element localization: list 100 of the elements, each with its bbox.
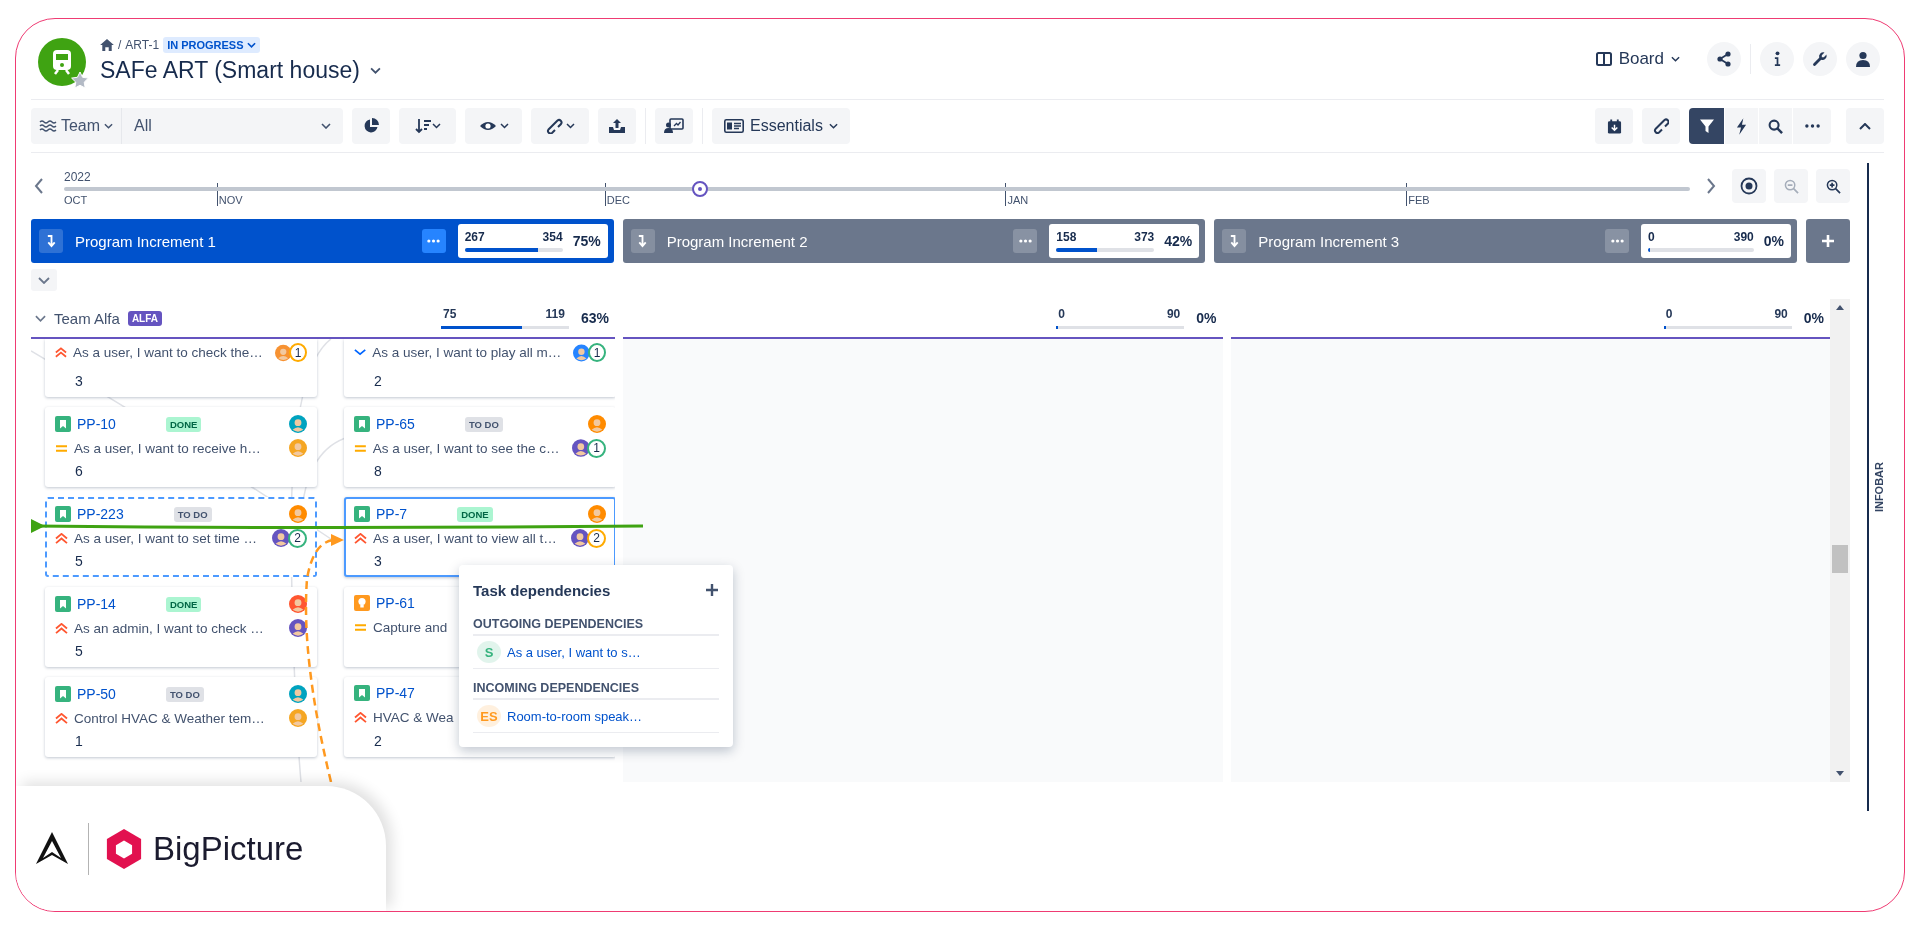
increment-bar[interactable]: Program Increment 1 267 354 75% <box>31 219 614 263</box>
dependency-link[interactable]: Room-to-room speak… <box>507 708 643 724</box>
filter-icon <box>1698 118 1715 134</box>
today-button[interactable] <box>1732 169 1766 203</box>
issue-key[interactable]: PP-47 <box>376 685 415 701</box>
expand-button[interactable] <box>31 269 57 291</box>
more-icon <box>1018 239 1032 243</box>
collapse-button[interactable] <box>1846 108 1884 144</box>
story-points: 2 <box>374 373 382 389</box>
task-card[interactable]: PP-10 DONE As a user, I want to receive h… 6 <box>45 407 317 487</box>
infobar-tab[interactable]: INFOBAR <box>1873 461 1885 513</box>
preset-dropdown[interactable]: Essentials <box>712 108 850 144</box>
increment-bar[interactable]: Program Increment 2 158 373 42% <box>622 219 1206 263</box>
increment-icon <box>39 229 63 253</box>
task-card[interactable]: As a user, I want to play all m… 1 2 <box>344 339 615 397</box>
more-button[interactable] <box>421 229 446 253</box>
progress-percent: 42% <box>1164 233 1193 249</box>
automation-button[interactable] <box>1725 108 1759 144</box>
story-points: 8 <box>374 463 382 479</box>
scroll-up-icon[interactable] <box>1836 305 1844 310</box>
issue-key[interactable]: PP-14 <box>77 596 116 612</box>
scrollbar[interactable] <box>1830 299 1850 782</box>
dependency-count[interactable]: 1 <box>588 343 606 362</box>
group-by-dropdown[interactable]: Team <box>31 108 121 144</box>
more-icon <box>1804 124 1820 128</box>
done-count: 0 <box>1648 230 1655 244</box>
next-icon[interactable] <box>1706 178 1716 194</box>
dependency-count[interactable]: 1 <box>587 438 606 458</box>
dependency-count[interactable]: 2 <box>587 528 606 548</box>
search-button[interactable] <box>1759 108 1793 144</box>
issue-key[interactable]: PP-7 <box>376 506 408 522</box>
link-button[interactable] <box>1642 108 1680 144</box>
task-card[interactable]: PP-223 TO DO As a user, I want to set time … 2 5 <box>45 497 317 577</box>
share-button[interactable] <box>1707 42 1741 76</box>
team-select[interactable]: All <box>121 108 343 144</box>
status-dropdown[interactable]: IN PROGRESS <box>163 36 260 53</box>
progress-percent: 0% <box>1196 310 1217 326</box>
month-label: NOV <box>217 194 244 206</box>
calendar-icon <box>1606 118 1622 134</box>
target-icon <box>1740 177 1758 195</box>
total-count: 354 <box>542 230 563 244</box>
upload-icon <box>608 118 626 134</box>
task-summary: As a user, I want to play all m… <box>372 345 562 360</box>
calendar-button[interactable] <box>1595 108 1633 144</box>
export-button[interactable] <box>598 108 636 144</box>
view-dropdown[interactable]: Board <box>1589 48 1686 70</box>
issue-key[interactable]: PP-223 <box>77 506 124 522</box>
more-button[interactable] <box>1013 229 1038 253</box>
caret-icon <box>321 123 331 129</box>
task-summary: As an admin, I want to check … <box>74 620 264 636</box>
issue-type-badge: S <box>477 641 501 663</box>
task-card[interactable]: As a user, I want to check the… 1 3 <box>45 339 317 397</box>
scroll-down-icon[interactable] <box>1836 771 1844 776</box>
issue-key[interactable]: PP-65 <box>376 416 415 432</box>
link-dropdown[interactable] <box>531 108 589 144</box>
presentation-button[interactable] <box>655 108 693 144</box>
task-summary: As a user, I want to check the… <box>72 345 263 360</box>
story-points: 3 <box>75 373 83 389</box>
issue-key[interactable]: PP-10 <box>77 416 116 432</box>
section-heading: INCOMING DEPENDENCIES <box>473 681 719 700</box>
dependency-count[interactable]: 1 <box>289 343 307 362</box>
breadcrumb-link[interactable]: ART-1 <box>125 37 160 52</box>
sort-dropdown[interactable] <box>399 108 456 144</box>
filter-button[interactable] <box>1689 108 1725 144</box>
month-label: FEB <box>1407 194 1431 206</box>
chart-button[interactable] <box>352 108 390 144</box>
done-count: 75 <box>442 307 457 321</box>
user-button[interactable] <box>1846 42 1880 76</box>
home-icon[interactable] <box>100 38 114 51</box>
dependency-arrow[interactable] <box>31 519 643 533</box>
chevron-up-icon <box>1859 122 1871 130</box>
task-card[interactable]: PP-14 DONE As an admin, I want to check … 5 <box>45 587 317 667</box>
presenter-icon <box>664 118 684 134</box>
scroll-thumb[interactable] <box>1832 545 1848 573</box>
month-label: JAN <box>1006 194 1030 206</box>
plus-icon <box>1821 234 1835 248</box>
previous-icon[interactable] <box>34 178 44 194</box>
chevron-down-icon[interactable] <box>369 66 381 74</box>
add-icon[interactable] <box>705 583 719 597</box>
total-count: 90 <box>1774 307 1788 321</box>
increment-bar[interactable]: Program Increment 3 0 390 0% <box>1214 219 1797 263</box>
more-button[interactable] <box>1605 229 1629 253</box>
zoom-in-button[interactable] <box>1816 169 1850 203</box>
add-increment-button[interactable] <box>1806 219 1850 263</box>
today-marker[interactable] <box>691 181 708 197</box>
issue-key[interactable]: PP-61 <box>376 595 415 611</box>
sort-icon <box>414 118 441 134</box>
info-icon <box>1773 51 1781 67</box>
increment-icon <box>1222 229 1247 253</box>
board-title: SAFe ART (Smart house) <box>100 56 360 84</box>
task-card[interactable]: PP-65 TO DO As a user, I want to see the c… 1 8 <box>344 407 615 487</box>
collapse-icon[interactable] <box>35 314 46 322</box>
visibility-dropdown[interactable] <box>465 108 522 144</box>
settings-button[interactable] <box>1803 42 1837 76</box>
timeline-track[interactable] <box>64 181 1690 197</box>
task-card[interactable]: PP-50 TO DO Control HVAC & Weather tem… 1 <box>45 677 317 757</box>
increment-icon <box>630 229 655 253</box>
chevron-down-icon <box>38 276 50 284</box>
issue-key[interactable]: PP-50 <box>77 686 116 702</box>
info-button[interactable] <box>1760 42 1794 76</box>
